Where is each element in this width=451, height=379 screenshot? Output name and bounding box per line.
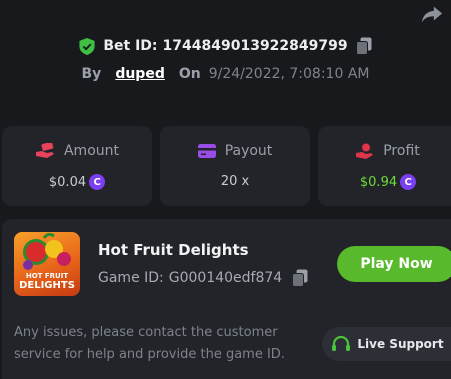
share-arrow-icon[interactable]: [421, 4, 443, 24]
game-id-row: Game ID: G000140edf874: [98, 269, 308, 287]
on-label: On: [178, 66, 201, 82]
amount-label: Amount: [63, 143, 119, 159]
bet-id-row: Bet ID: 1744849013922849799: [0, 37, 451, 55]
profit-label: Profit: [383, 143, 420, 159]
payout-value: 20 x: [220, 174, 250, 189]
game-id-label: Game ID:: [98, 270, 164, 286]
coin-icon: C: [89, 174, 106, 190]
bet-id-value: 1744849013922849799: [162, 38, 348, 54]
game-id-value: G000140edf874: [168, 270, 283, 286]
thumb-text-line2: DELIGHTS: [19, 280, 75, 291]
game-thumbnail[interactable]: HOT FRUIT DELIGHTS: [14, 232, 80, 296]
profit-card: Profit $0.94 C: [318, 126, 451, 206]
amount-card: Amount $0.04 C: [2, 126, 152, 206]
headset-icon: [332, 335, 351, 351]
profit-value: $0.94: [359, 174, 398, 190]
amount-value: $0.04: [48, 174, 87, 190]
copy-icon[interactable]: [292, 269, 308, 287]
card-icon: [197, 144, 216, 158]
by-label: By: [81, 66, 102, 82]
play-now-button[interactable]: Play Now: [337, 246, 451, 282]
thumb-text-line1: HOT FRUIT: [25, 272, 69, 280]
coin-icon: C: [400, 174, 417, 190]
game-card: HOT FRUIT DELIGHTS Hot Fruit Delights Ga…: [2, 219, 451, 379]
live-support-button[interactable]: Live Support: [322, 327, 451, 361]
bet-datetime: 9/24/2022, 7:08:10 AM: [208, 66, 370, 82]
hand-coin-icon: [356, 143, 374, 159]
support-message: Any issues, please contact the customer …: [14, 325, 285, 362]
bet-meta-row: By duped On 9/24/2022, 7:08:10 AM: [0, 66, 451, 82]
payout-label: Payout: [224, 143, 273, 159]
payout-card: Payout 20 x: [160, 126, 310, 206]
live-support-label: Live Support: [357, 337, 444, 351]
shield-check-icon: [79, 37, 95, 55]
game-title: Hot Fruit Delights: [98, 241, 249, 259]
bet-id-label: Bet ID:: [103, 38, 158, 54]
copy-icon[interactable]: [355, 37, 372, 55]
money-hand-icon: [35, 143, 54, 158]
username-link[interactable]: duped: [115, 66, 165, 82]
